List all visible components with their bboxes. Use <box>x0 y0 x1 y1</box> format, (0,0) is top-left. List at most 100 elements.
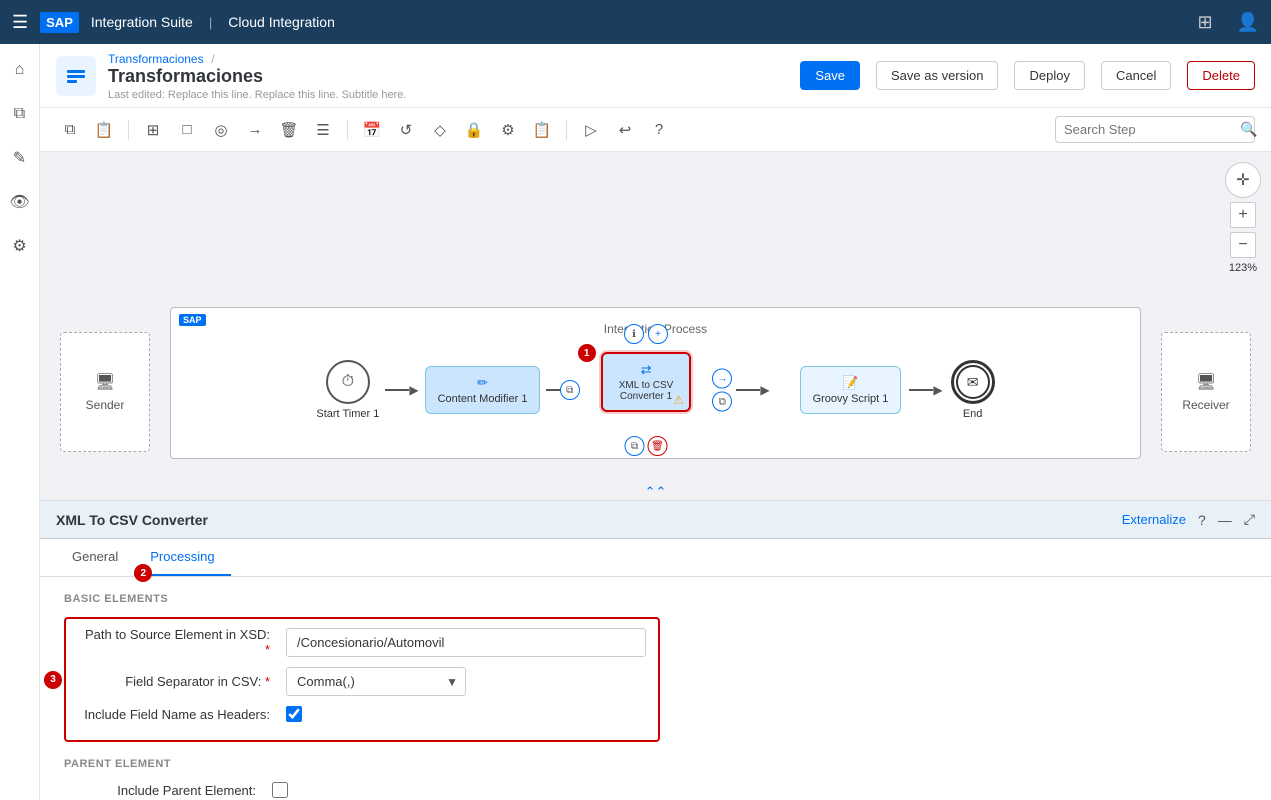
arrow-1: ▶ <box>385 383 418 397</box>
left-copy-float-icon[interactable]: ⧉ <box>560 380 580 400</box>
panel-help-icon[interactable]: ? <box>1198 512 1206 528</box>
include-parent-label: Include Parent Element: <box>64 783 264 798</box>
externalize-link[interactable]: Externalize <box>1122 512 1186 527</box>
add-float-icon[interactable]: + <box>648 324 668 344</box>
hamburger-icon[interactable]: ☰ <box>12 12 28 33</box>
sap-logo: SAP <box>40 12 79 33</box>
toolbar-refresh-icon[interactable]: ↺ <box>392 116 420 144</box>
grid-icon[interactable]: ⊞ <box>1197 12 1212 33</box>
toolbar-menu-icon[interactable]: ☰ <box>309 116 337 144</box>
search-step-input[interactable] <box>1064 122 1240 137</box>
sidebar-eye-icon[interactable]: 👁 <box>2 184 38 220</box>
sidebar-settings-icon[interactable]: ⚙ <box>2 228 38 264</box>
content-modifier-node[interactable]: ✏ Content Modifier 1 <box>425 366 541 414</box>
toolbar-clipboard-icon[interactable]: 📋 <box>528 116 556 144</box>
groovy-script-rect: 📝 Groovy Script 1 <box>800 366 902 414</box>
search-step-box[interactable]: 🔍 <box>1055 116 1255 143</box>
toolbar-lock-icon[interactable]: 🔒 <box>460 116 488 144</box>
zoom-level: 123% <box>1229 262 1257 274</box>
separator-select-wrapper: Comma(,) Semicolon(;) Tab Pipe(|) ▼ <box>286 667 466 696</box>
basic-elements-title: BASIC ELEMENTS <box>64 593 1247 605</box>
right-copy-float-icon[interactable]: ⧉ <box>712 392 732 412</box>
save-as-version-button[interactable]: Save as version <box>876 61 999 90</box>
xml-csv-node[interactable]: ℹ + → ⧉ ⧉ ⧉ <box>586 352 707 428</box>
canvas-area[interactable]: 🖥 Sender SAP Integration Process ⏱ Start… <box>40 152 1271 500</box>
tab-processing[interactable]: Processing 2 <box>134 539 230 576</box>
receiver-icon: 🖥 <box>1196 372 1216 392</box>
toolbar-gear-icon[interactable]: ⚙ <box>494 116 522 144</box>
main-area: 🖥 Sender SAP Integration Process ⏱ Start… <box>40 152 1271 800</box>
delete-button[interactable]: Delete <box>1187 61 1255 90</box>
start-timer-node[interactable]: ⏱ Start Timer 1 <box>316 360 379 420</box>
save-button[interactable]: Save <box>800 61 860 90</box>
end-node[interactable]: ✉ End <box>951 360 995 420</box>
header-area: Transformaciones / Transformaciones Last… <box>40 44 1271 108</box>
include-headers-label: Include Field Name as Headers: <box>78 707 278 722</box>
groovy-script-node[interactable]: 📝 Groovy Script 1 <box>800 366 902 414</box>
start-timer-circle: ⏱ <box>326 360 370 404</box>
bottom-panel-title: XML To CSV Converter <box>56 512 1122 528</box>
page-title: Transformaciones <box>108 66 800 87</box>
info-float-icon[interactable]: ℹ <box>624 324 644 344</box>
user-icon[interactable]: 👤 <box>1237 12 1259 33</box>
right-arrow-float-icon[interactable]: → <box>712 369 732 389</box>
header-text: Transformaciones / Transformaciones Last… <box>108 51 800 101</box>
toolbar-calendar-icon[interactable]: 📅 <box>358 116 386 144</box>
delete-float-icon[interactable]: 🗑 <box>648 436 668 456</box>
sidebar-edit-icon[interactable]: ✎ <box>2 140 38 176</box>
sidebar-copy-icon[interactable]: ⧉ <box>2 96 38 132</box>
deploy-button[interactable]: Deploy <box>1014 61 1084 90</box>
separator-label: Field Separator in CSV: * <box>78 674 278 689</box>
form-area: BASIC ELEMENTS 3 Path to Source Element … <box>40 577 1271 800</box>
separator-form-row: Field Separator in CSV: * Comma(,) Semic… <box>78 667 646 696</box>
receiver-box: 🖥 Receiver <box>1161 332 1251 452</box>
panel-collapse-handle[interactable]: ⌃⌃ <box>645 484 667 500</box>
separator-select[interactable]: Comma(,) Semicolon(;) Tab Pipe(|) <box>286 667 466 696</box>
bottom-panel-header: XML To CSV Converter Externalize ? — ⤢ <box>40 501 1271 539</box>
sender-label: Sender <box>86 398 125 412</box>
toolbar-paste-icon[interactable]: 📋 <box>90 116 118 144</box>
zoom-in-button[interactable]: + <box>1230 202 1256 228</box>
toolbar-delete-icon[interactable]: 🗑 <box>275 116 303 144</box>
path-input[interactable] <box>286 628 646 657</box>
toolbar-undo-icon[interactable]: ↩ <box>611 116 639 144</box>
toolbar-diamond-icon[interactable]: ◇ <box>426 116 454 144</box>
include-parent-checkbox[interactable] <box>272 782 288 798</box>
nav-compass-icon[interactable]: ✛ <box>1225 162 1261 198</box>
toolbar-play-icon[interactable]: ▷ <box>577 116 605 144</box>
bottom-copy-float-icon[interactable]: ⧉ <box>625 436 645 456</box>
sidebar-home-icon[interactable]: ⌂ <box>2 52 38 88</box>
toolbar-help-icon[interactable]: ? <box>645 116 673 144</box>
toolbar-separator-3 <box>566 120 567 140</box>
toolbar-circle-icon[interactable]: ◎ <box>207 116 235 144</box>
cancel-button[interactable]: Cancel <box>1101 61 1171 90</box>
parent-element-section: PARENT ELEMENT Include Parent Element: I… <box>64 758 1247 800</box>
toolbar-copy-icon[interactable]: ⧉ <box>56 116 84 144</box>
toolbar-arrow-icon[interactable]: → <box>241 116 269 144</box>
page-subtitle: Last edited: Replace this line. Replace … <box>108 89 800 101</box>
panel-maximize-icon[interactable]: ⤢ <box>1244 511 1255 528</box>
breadcrumb-link[interactable]: Transformaciones <box>108 52 204 66</box>
parent-element-title: PARENT ELEMENT <box>64 758 1247 770</box>
end-inner: ✉ <box>956 365 990 399</box>
start-timer-label: Start Timer 1 <box>316 408 379 420</box>
warning-icon: ⚠ <box>673 393 684 407</box>
left-sidebar: ⌂ ⧉ ✎ 👁 ⚙ <box>0 44 40 800</box>
panel-minimize-icon[interactable]: — <box>1218 512 1232 528</box>
highlighted-border: Path to Source Element in XSD: * Field S… <box>64 617 660 742</box>
toolbar-add-icon[interactable]: ⊞ <box>139 116 167 144</box>
tab-general[interactable]: General <box>56 539 134 576</box>
top-navigation: ☰ SAP Integration Suite | Cloud Integrat… <box>0 0 1271 44</box>
toolbar: ⧉ 📋 ⊞ □ ◎ → 🗑 ☰ 📅 ↺ ◇ 🔒 ⚙ 📋 ▷ ↩ ? 🔍 <box>40 108 1271 152</box>
nav-controls: ✛ + − 123% <box>1225 162 1261 274</box>
step-badge-3: 3 <box>44 671 62 689</box>
bottom-panel: XML To CSV Converter Externalize ? — ⤢ G… <box>40 500 1271 800</box>
arrow-4: ▶ <box>909 383 942 397</box>
include-headers-checkbox[interactable] <box>286 706 302 722</box>
bottom-panel-actions: Externalize ? — ⤢ <box>1122 511 1255 528</box>
xml-csv-rect: ⇄ XML to CSV Converter 1 ⚠ <box>601 352 691 412</box>
toolbar-rect-icon[interactable]: □ <box>173 116 201 144</box>
sender-icon: 🖥 <box>95 372 115 392</box>
zoom-out-button[interactable]: − <box>1230 232 1256 258</box>
path-label: Path to Source Element in XSD: * <box>78 627 278 657</box>
